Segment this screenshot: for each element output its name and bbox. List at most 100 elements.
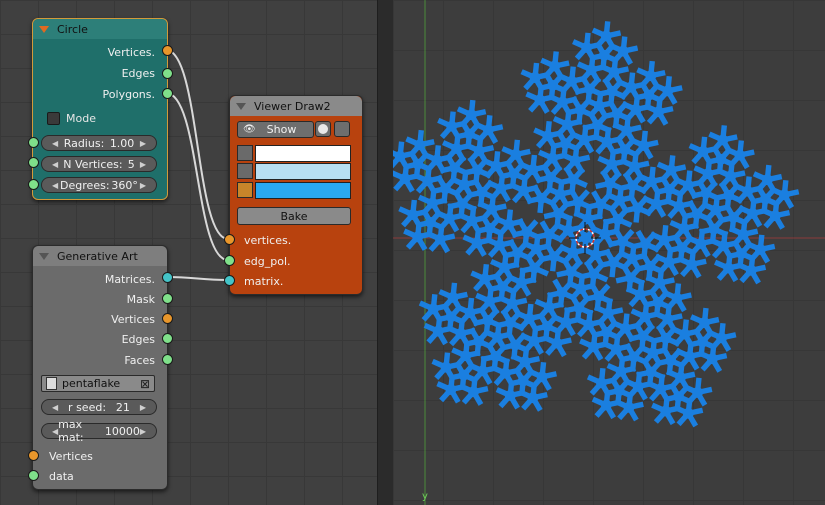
max-mat-field[interactable]: ◀ max mat: 10000 ▶ [41,418,157,444]
bake-label: Bake [280,209,308,223]
vertex-color-swatch[interactable] [255,145,351,162]
decrement-arrow-icon[interactable]: ◀ [52,403,58,412]
gen-output-faces: Faces [124,354,155,367]
circle-polygons-socket[interactable] [162,88,173,99]
decrement-arrow-icon[interactable]: ◀ [52,160,58,169]
increment-arrow-icon[interactable]: ▶ [140,427,146,436]
clear-file-icon[interactable]: ⊠ [140,377,150,391]
gen-input-data: data [49,470,74,483]
gen-faces-socket[interactable] [162,354,173,365]
pentaflake-geometry [393,0,825,505]
extra-toggle-button[interactable] [334,121,350,137]
flake-arm [464,135,495,165]
circle-vertices-socket[interactable] [162,45,173,56]
text-file-icon [46,377,57,390]
node-editor[interactable]: Circle Vertices. Edges Polygons. Mode ◀ … [0,0,377,505]
face-color-swatch[interactable] [255,182,351,199]
viewer-vertices-socket[interactable] [224,234,235,245]
eye-icon: 👁 [243,124,256,135]
file-name: pentaflake [62,377,121,390]
flake-arm [457,205,488,235]
gen-matrices-socket[interactable] [162,272,173,283]
gen-input-vertices-socket[interactable] [28,450,39,461]
shading-toggle-icon[interactable] [315,121,331,137]
collapse-triangle-icon[interactable] [236,102,246,110]
gen-mask-socket[interactable] [162,293,173,304]
flake-arm [736,255,767,285]
circle-node-title: Circle [57,22,88,36]
flake-arm [616,72,647,102]
flake-arm [446,318,476,348]
radius-socket[interactable] [28,137,39,148]
flake-arm [539,242,569,272]
flake-arm [614,392,644,422]
flake-arm [556,257,586,287]
viewer-draw-node[interactable]: Viewer Draw2 👁 Show Bake vertices. edg_p… [229,95,363,295]
link-vertices [165,49,229,240]
decrement-arrow-icon[interactable]: ◀ [52,181,58,190]
r-seed-field[interactable]: ◀ r seed: 21 ▶ [41,399,157,415]
viewer-edg-pol-socket[interactable] [224,255,235,266]
gen-output-matrices: Matrices. [104,273,155,286]
face-color-icon [237,182,253,198]
flake-arm [586,367,617,397]
gen-edges-socket[interactable] [162,333,173,344]
edge-color-swatch[interactable] [255,163,351,180]
flake-arm [490,358,521,388]
flake-arm [560,145,591,175]
viewer-matrix-socket[interactable] [224,275,235,286]
mode-checkbox[interactable] [47,112,60,125]
degrees-label: Degrees: [60,178,110,192]
flake-arm [574,309,604,339]
gen-output-mask: Mask [126,293,155,306]
circle-node[interactable]: Circle Vertices. Edges Polygons. Mode ◀ … [32,18,168,200]
n-vertices-field[interactable]: ◀ N Vertices: 5 ▶ [41,156,157,172]
flake-arm [520,62,550,92]
generative-art-node[interactable]: Generative Art Matrices. Mask Vertices E… [32,245,168,490]
flake-arm [481,151,512,180]
collapse-triangle-icon[interactable] [39,252,49,260]
gen-input-data-socket[interactable] [28,470,39,481]
3d-viewport[interactable]: y [393,0,825,505]
show-label: Show [266,123,297,136]
gen-output-vertices: Vertices [111,313,155,326]
file-selector[interactable]: pentaflake ⊠ [41,375,155,392]
increment-arrow-icon[interactable]: ▶ [140,181,146,190]
generative-art-header[interactable]: Generative Art [33,246,167,266]
flake-arm [509,175,539,205]
viewer-draw-header[interactable]: Viewer Draw2 [230,96,362,116]
n-vertices-label: N Vertices: [63,157,123,171]
decrement-arrow-icon[interactable]: ◀ [52,139,58,148]
flake-arm [760,200,791,230]
edge-color-icon [237,163,253,179]
gen-vertices-socket[interactable] [162,313,173,324]
flake-arm [716,161,746,191]
radius-field[interactable]: ◀ Radius: 1.00 ▶ [41,135,157,151]
radius-value: 1.00 [109,136,135,150]
collapse-triangle-icon[interactable] [39,25,49,33]
increment-arrow-icon[interactable]: ▶ [140,403,146,412]
flake-arm [592,126,623,156]
circle-output-vertices: Vertices. [107,46,155,59]
increment-arrow-icon[interactable]: ▶ [140,139,146,148]
flake-arm [548,87,578,117]
flake-arm [653,304,683,334]
flake-arm [470,263,500,293]
link-matrices [165,276,229,281]
flake-arm [733,176,763,206]
flake-arm [670,319,700,349]
flake-arm [709,230,739,260]
circle-edges-socket[interactable] [162,68,173,79]
increment-arrow-icon[interactable]: ▶ [140,160,146,169]
viewer-draw-title: Viewer Draw2 [254,99,331,113]
flake-arm [518,382,548,412]
flake-arm [437,111,467,141]
degrees-socket[interactable] [28,179,39,190]
n-vertices-socket[interactable] [28,157,39,168]
degrees-field[interactable]: ◀ Degrees: 360° ▶ [41,177,157,193]
bake-button[interactable]: Bake [237,207,351,225]
gen-output-edges: Edges [121,333,155,346]
circle-node-header[interactable]: Circle [33,19,167,39]
flake-arm [625,279,656,309]
show-toggle-button[interactable]: 👁 Show [237,121,314,138]
